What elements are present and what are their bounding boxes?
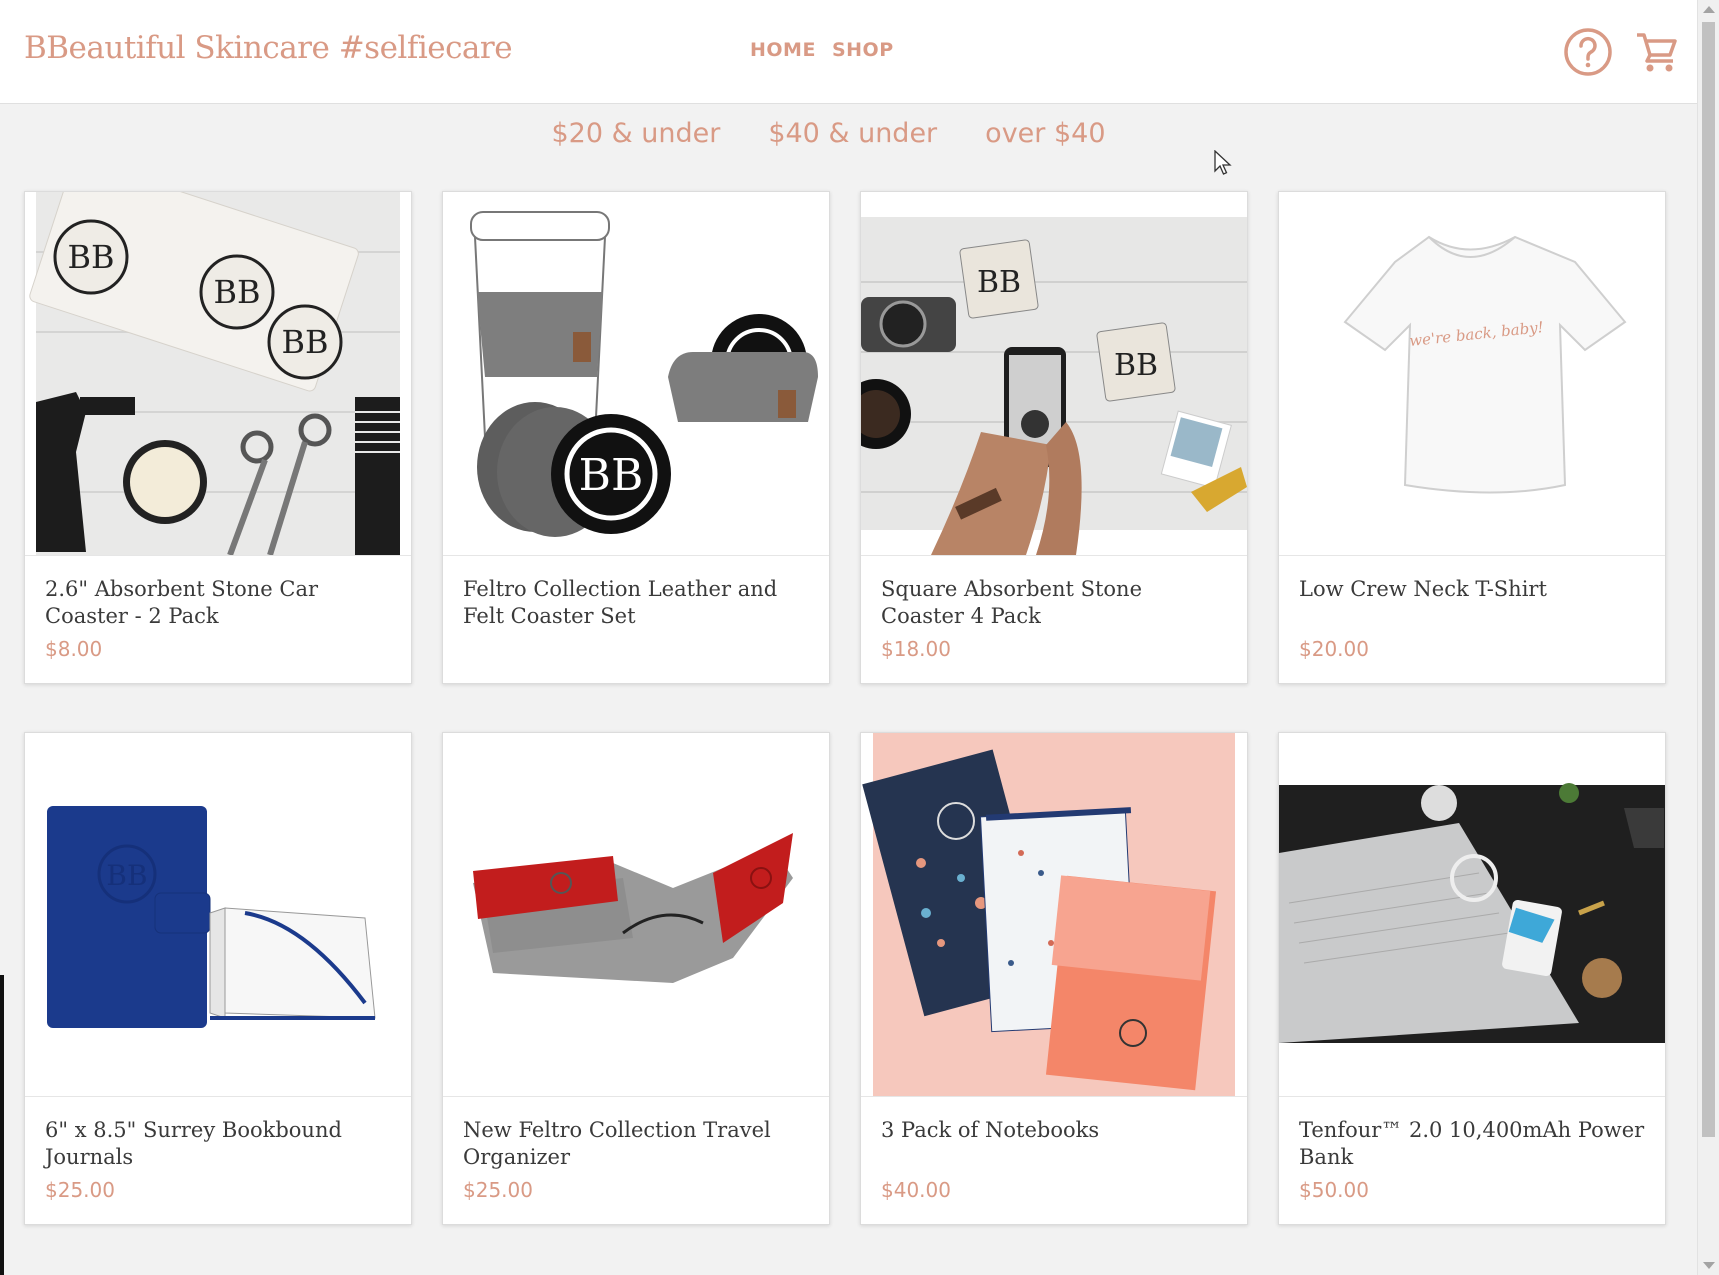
svg-text:BB: BB [977,265,1021,300]
brand-logo-text[interactable]: BBeautiful Skincare #selfiecare [24,30,513,66]
product-card[interactable]: BB BB Feltro Collection Leather and Felt… [442,191,830,684]
product-price: $25.00 [463,1178,533,1202]
price-filters: $20 & under $40 & under over $40 [0,118,1697,149]
scroll-down-icon[interactable] [1703,1262,1715,1269]
product-title[interactable]: 3 Pack of Notebooks [881,1117,1231,1144]
product-title[interactable]: 2.6" Absorbent Stone Car Coaster - 2 Pac… [45,576,395,630]
product-card[interactable]: New Feltro Collection Travel Organizer $… [442,732,830,1225]
product-title[interactable]: Feltro Collection Leather and Felt Coast… [463,576,813,630]
filter-over-40[interactable]: over $40 [985,118,1105,149]
product-image: BB BB [861,192,1247,556]
product-image: BB [25,733,411,1097]
product-title[interactable]: Square Absorbent Stone Coaster 4 Pack [881,576,1231,630]
help-circle-icon[interactable] [1563,27,1613,77]
shopping-cart-icon[interactable] [1634,29,1680,75]
product-card[interactable]: BB BB Square Absorbent Stone Coaster 4 P… [860,191,1248,684]
filter-20-and-under[interactable]: $20 & under [551,118,720,149]
product-image [443,733,829,1097]
product-card[interactable]: 3 Pack of Notebooks $40.00 [860,732,1248,1225]
product-title[interactable]: New Feltro Collection Travel Organizer [463,1117,813,1171]
svg-text:BB: BB [67,238,114,276]
svg-text:BB: BB [106,859,147,892]
product-price: $25.00 [45,1178,115,1202]
product-title[interactable]: Tenfour™ 2.0 10,400mAh Power Bank [1299,1117,1649,1171]
nav-home-link[interactable]: HOME [750,39,816,61]
product-price: $20.00 [1299,637,1369,661]
product-title[interactable]: Low Crew Neck T-Shirt [1299,576,1649,603]
filter-40-and-under[interactable]: $40 & under [768,118,937,149]
svg-text:BB: BB [579,450,644,501]
svg-text:BB: BB [1114,348,1158,383]
mouse-pointer-icon [1214,150,1232,175]
svg-text:BB: BB [213,273,260,311]
product-image: we're back, baby! [1279,192,1665,556]
product-price: $8.00 [45,637,103,661]
product-card[interactable]: BB 6" x 8.5" Surrey Bookbound Journals $… [24,732,412,1225]
product-price: $50.00 [1299,1178,1369,1202]
product-card[interactable]: we're back, baby! Low Crew Neck T-Shirt … [1278,191,1666,684]
product-title[interactable]: 6" x 8.5" Surrey Bookbound Journals [45,1117,395,1171]
svg-text:BB: BB [281,323,328,361]
product-card[interactable]: BB BB BB 2.6" Absorbent Stone Car Coaste… [24,191,412,684]
product-price: $18.00 [881,637,951,661]
product-card[interactable]: Tenfour™ 2.0 10,400mAh Power Bank $50.00 [1278,732,1666,1225]
product-image: BB BB BB [25,192,411,556]
site-header: BBeautiful Skincare #selfiecare HOME SHO… [0,0,1697,104]
vertical-scrollbar[interactable] [1697,0,1719,1275]
scrollbar-thumb[interactable] [1702,22,1715,1137]
product-price: $40.00 [881,1178,951,1202]
scroll-up-icon[interactable] [1703,6,1715,13]
product-image: BB BB [443,192,829,556]
nav-shop-link[interactable]: SHOP [832,39,894,61]
product-image [1279,733,1665,1097]
window-edge [0,975,4,1275]
product-image [861,733,1247,1097]
main-nav: HOME SHOP [750,39,894,61]
